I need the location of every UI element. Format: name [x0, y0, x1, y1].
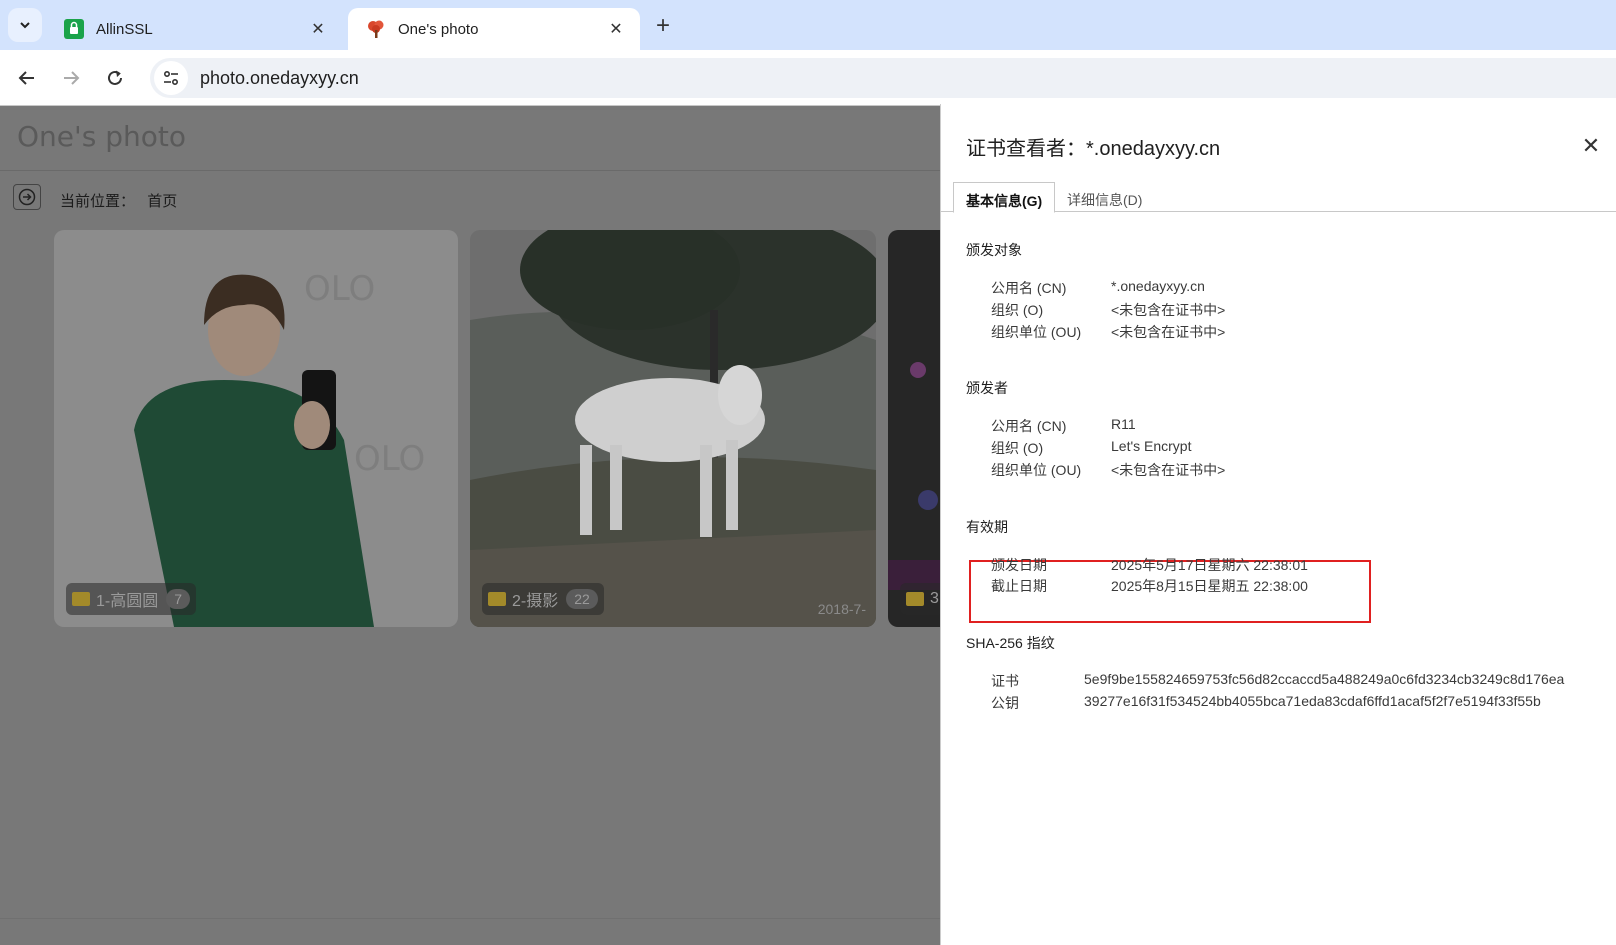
section-heading-issued-to: 颁发对象 — [966, 242, 1022, 258]
section-heading-issued-by: 颁发者 — [966, 380, 1008, 396]
chevron-down-icon — [20, 22, 30, 29]
album-name: 2-摄影 — [512, 593, 559, 610]
field-value: 5e9f9be155824659753fc56d82ccaccd5a488249… — [1084, 671, 1565, 687]
new-tab-button[interactable]: + — [648, 11, 678, 41]
tab-basic-info[interactable]: 基本信息(G) — [953, 182, 1056, 213]
field-row: 公钥 39277e16f31f534524bb4055bca71eda83cda… — [991, 693, 1541, 715]
field-label: 公用名 (CN) — [991, 280, 1067, 296]
folder-icon — [72, 592, 90, 606]
field-label: 组织单位 (OU) — [991, 324, 1082, 340]
section-heading-fingerprints: SHA-256 指纹 — [966, 635, 1055, 651]
tune-icon — [163, 70, 179, 86]
field-row: 组织 (O) <未包含在证书中> — [991, 300, 1225, 322]
album-card[interactable]: 3 — [888, 230, 940, 627]
url-text: photo.onedayxyy.cn — [200, 67, 359, 88]
field-label: 颁发日期 — [991, 557, 1047, 573]
breadcrumb-label: 当前位置： — [60, 193, 136, 210]
reload-icon — [108, 70, 122, 85]
album-cover-image — [470, 230, 876, 627]
field-value: R11 — [1111, 416, 1136, 432]
album-name: 3 — [930, 590, 939, 607]
album-badge: 3 — [900, 583, 940, 615]
field-label: 组织 (O) — [991, 302, 1044, 318]
field-row: 组织 (O) Let's Encrypt — [991, 438, 1192, 460]
close-icon[interactable]: ✕ — [1579, 133, 1603, 158]
svg-text:OLO: OLO — [354, 439, 425, 479]
arrow-circle-icon[interactable] — [13, 184, 41, 210]
folder-icon — [906, 592, 924, 606]
field-row: 截止日期 2025年8月15日星期五 22:38:00 — [991, 576, 1308, 598]
address-bar[interactable]: photo.onedayxyy.cn — [150, 58, 1616, 98]
field-row: 组织单位 (OU) <未包含在证书中> — [991, 322, 1225, 344]
browser-toolbar: photo.onedayxyy.cn — [0, 50, 1616, 106]
field-value: Let's Encrypt — [1111, 438, 1192, 454]
svg-text:OLO: OLO — [304, 269, 375, 309]
field-row: 证书 5e9f9be155824659753fc56d82ccaccd5a488… — [991, 671, 1564, 693]
tab-title: AllinSSL — [96, 20, 153, 38]
dialog-title: 证书查看者：*.onedayxyy.cn — [966, 138, 1221, 160]
tab-ones-photo[interactable]: One's photo ✕ — [348, 8, 640, 50]
reload-button[interactable] — [99, 62, 131, 94]
dialog-tab-bar: 基本信息(G) 详细信息(D) — [941, 174, 1616, 213]
field-value: 2025年5月17日星期六 22:38:01 — [1111, 557, 1308, 573]
breadcrumb: 当前位置： 首页 — [60, 190, 177, 211]
field-label: 公用名 (CN) — [991, 418, 1067, 434]
field-label: 证书 — [991, 673, 1019, 689]
album-name: 1-高圆圆 — [96, 593, 159, 610]
field-value: 39277e16f31f534524bb4055bca71eda83cdaf6f… — [1084, 693, 1541, 709]
tab-close-icon[interactable]: ✕ — [606, 19, 626, 39]
site-info-button[interactable] — [154, 61, 188, 95]
field-row: 公用名 (CN) *.onedayxyy.cn — [991, 278, 1205, 300]
field-label: 公钥 — [991, 695, 1019, 711]
forward-button[interactable] — [55, 62, 87, 94]
page-content: One's photo 当前位置： 首页 OLO OLO 1-高圆圆 7 2-摄… — [0, 106, 940, 945]
field-row: 公用名 (CN) R11 — [991, 416, 1136, 438]
field-label: 组织单位 (OU) — [991, 462, 1082, 478]
album-card[interactable]: OLO OLO 1-高圆圆 7 — [54, 230, 458, 627]
tab-details[interactable]: 详细信息(D) — [1055, 182, 1154, 213]
album-card[interactable]: 2-摄影 22 2018-7- — [470, 230, 876, 627]
tab-allinssl[interactable]: AllinSSL ✕ — [46, 8, 342, 50]
album-date: 2018-7- — [817, 601, 866, 617]
section-heading-validity: 有效期 — [966, 519, 1008, 535]
back-button[interactable] — [11, 62, 43, 94]
divider — [0, 170, 940, 171]
album-cover-image: OLO OLO — [54, 230, 458, 627]
field-value: <未包含在证书中> — [1111, 324, 1226, 340]
album-count: 22 — [566, 589, 598, 609]
tab-title: One's photo — [398, 20, 479, 38]
site-title[interactable]: One's photo — [17, 120, 186, 153]
arrow-right-circle-icon — [18, 188, 36, 206]
album-count: 7 — [166, 589, 191, 609]
tab-search-button[interactable] — [8, 8, 42, 42]
allinssl-lock-icon — [64, 19, 84, 39]
field-value: *.onedayxyy.cn — [1111, 278, 1205, 294]
certificate-viewer-dialog: 证书查看者：*.onedayxyy.cn ✕ 基本信息(G) 详细信息(D) 颁… — [940, 104, 1616, 945]
field-row: 组织单位 (OU) <未包含在证书中> — [991, 460, 1225, 482]
arrow-left-icon — [18, 71, 34, 85]
folder-icon — [488, 592, 506, 606]
album-cover-image — [888, 230, 940, 627]
field-label: 截止日期 — [991, 578, 1047, 594]
field-label: 组织 (O) — [991, 440, 1044, 456]
tab-close-icon[interactable]: ✕ — [308, 19, 328, 39]
breadcrumb-current[interactable]: 首页 — [147, 193, 177, 210]
field-row: 颁发日期 2025年5月17日星期六 22:38:01 — [991, 555, 1308, 577]
red-tree-icon — [368, 20, 384, 38]
arrow-right-icon — [64, 71, 80, 85]
album-badge: 1-高圆圆 7 — [66, 583, 197, 615]
field-value: <未包含在证书中> — [1111, 302, 1226, 318]
album-badge: 2-摄影 22 — [482, 583, 604, 615]
tab-strip: AllinSSL ✕ One's photo ✕ + — [0, 0, 1616, 50]
field-value: 2025年8月15日星期五 22:38:00 — [1111, 578, 1308, 594]
divider — [0, 918, 940, 919]
field-value: <未包含在证书中> — [1111, 462, 1226, 478]
